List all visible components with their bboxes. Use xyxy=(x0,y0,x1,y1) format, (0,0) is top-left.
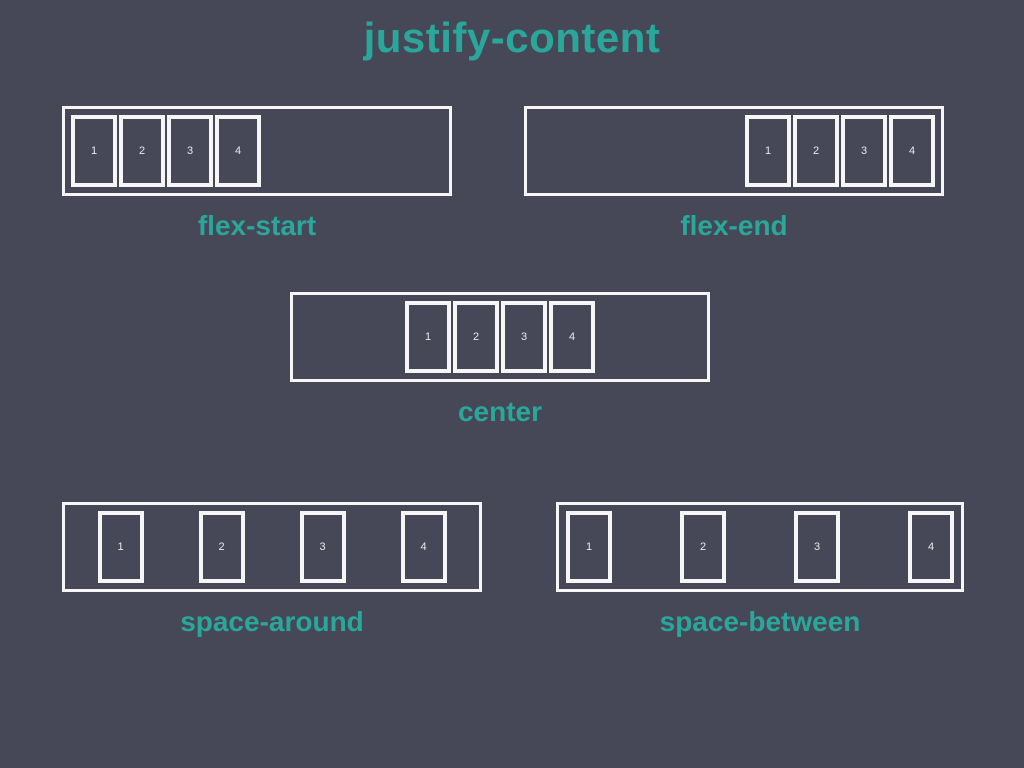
flex-item: 2 xyxy=(119,115,165,187)
example-label: space-between xyxy=(556,606,964,638)
flex-item: 1 xyxy=(405,301,451,373)
example-label: flex-end xyxy=(524,210,944,242)
diagram-title: justify-content xyxy=(0,14,1024,62)
flex-item: 3 xyxy=(501,301,547,373)
example-label: flex-start xyxy=(62,210,452,242)
flex-item: 4 xyxy=(889,115,935,187)
flex-container-flex-start: 1 2 3 4 xyxy=(62,106,452,196)
flex-item: 2 xyxy=(453,301,499,373)
flex-container-space-between: 1 2 3 4 xyxy=(556,502,964,592)
flex-item: 2 xyxy=(199,511,245,583)
flex-item: 3 xyxy=(300,511,346,583)
flex-item: 1 xyxy=(71,115,117,187)
flex-item: 1 xyxy=(745,115,791,187)
flex-item: 4 xyxy=(908,511,954,583)
flex-item: 4 xyxy=(549,301,595,373)
example-space-between: 1 2 3 4 space-between xyxy=(556,502,964,638)
flex-item: 2 xyxy=(793,115,839,187)
flex-item: 4 xyxy=(401,511,447,583)
flex-container-center: 1 2 3 4 xyxy=(290,292,710,382)
flex-item: 2 xyxy=(680,511,726,583)
example-label: center xyxy=(290,396,710,428)
flex-container-flex-end: 1 2 3 4 xyxy=(524,106,944,196)
example-flex-start: 1 2 3 4 flex-start xyxy=(62,106,452,242)
example-label: space-around xyxy=(62,606,482,638)
example-space-around: 1 2 3 4 space-around xyxy=(62,502,482,638)
flex-item: 1 xyxy=(566,511,612,583)
flex-item: 3 xyxy=(794,511,840,583)
flex-item: 1 xyxy=(98,511,144,583)
flex-item: 3 xyxy=(167,115,213,187)
example-center: 1 2 3 4 center xyxy=(290,292,710,428)
flex-container-space-around: 1 2 3 4 xyxy=(62,502,482,592)
flex-item: 4 xyxy=(215,115,261,187)
example-flex-end: 1 2 3 4 flex-end xyxy=(524,106,944,242)
flex-item: 3 xyxy=(841,115,887,187)
